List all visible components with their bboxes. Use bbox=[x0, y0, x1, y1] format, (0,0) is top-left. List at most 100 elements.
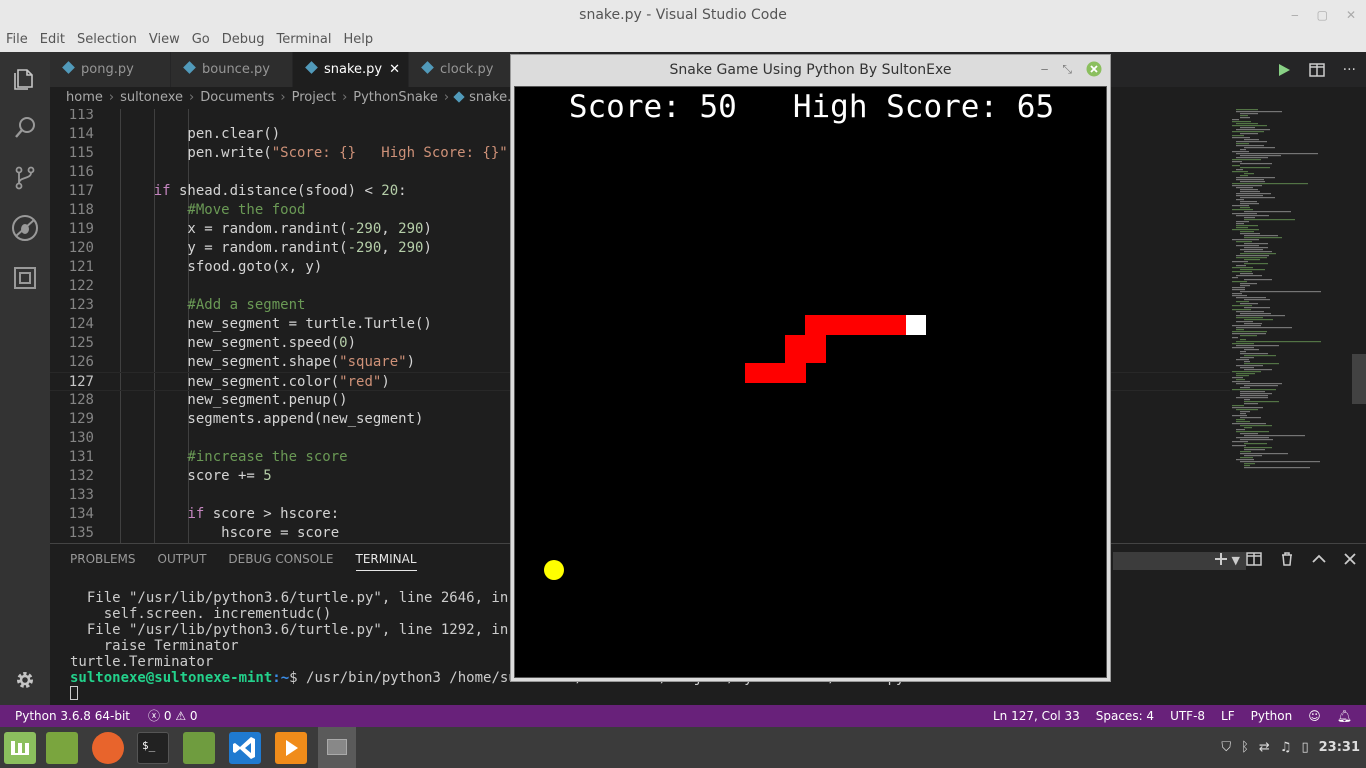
tab-snake[interactable]: snake.py ✕ bbox=[293, 52, 408, 87]
prompt-path: :~ bbox=[272, 670, 290, 686]
code-text: hscore = score bbox=[120, 525, 340, 541]
snake-food bbox=[544, 560, 564, 580]
breadcrumb-item[interactable]: home bbox=[66, 90, 103, 105]
problems-count[interactable]: ⓧ 0 ⚠ 0 bbox=[148, 705, 198, 727]
tab-clock[interactable]: clock.py bbox=[409, 52, 519, 87]
line-number: 116 bbox=[68, 164, 94, 180]
restore-icon[interactable]: ⤡ bbox=[1062, 62, 1072, 77]
firefox-icon[interactable] bbox=[92, 732, 124, 764]
menu-file[interactable]: File bbox=[0, 30, 34, 52]
minimap[interactable] bbox=[1230, 109, 1350, 543]
line-number: 114 bbox=[68, 126, 94, 142]
panel-tab-debug-console[interactable]: DEBUG CONSOLE bbox=[228, 552, 333, 571]
close-tab-icon[interactable]: ✕ bbox=[389, 52, 400, 87]
menu-terminal[interactable]: Terminal bbox=[271, 30, 338, 52]
snake-head bbox=[906, 315, 926, 335]
clock[interactable]: 23:31 bbox=[1319, 740, 1360, 755]
notifications-bell-icon[interactable]: 🔔︎ bbox=[1337, 705, 1352, 727]
code-text: new_segment.shape("square") bbox=[120, 354, 416, 370]
status-bar: Python 3.6.8 64-bit ⓧ 0 ⚠ 0 Ln 127, Col … bbox=[0, 705, 1366, 727]
encoding[interactable]: UTF-8 bbox=[1170, 705, 1205, 727]
split-terminal-icon[interactable] bbox=[1246, 552, 1262, 566]
close-icon[interactable]: ✕ bbox=[1346, 0, 1356, 30]
menu-selection[interactable]: Selection bbox=[71, 30, 143, 52]
line-number: 131 bbox=[68, 449, 94, 465]
code-text: if score > hscore: bbox=[187, 506, 340, 522]
system-tray: ⛉ ᛒ ⇄ ♫ ▯ 23:31 bbox=[1221, 727, 1366, 768]
minimize-icon[interactable]: ‒ bbox=[1291, 0, 1299, 30]
indentation[interactable]: Spaces: 4 bbox=[1096, 705, 1154, 727]
mint-menu-icon[interactable] bbox=[4, 732, 36, 764]
battery-icon[interactable]: ▯ bbox=[1301, 740, 1308, 755]
panel-tab-output[interactable]: OUTPUT bbox=[158, 552, 207, 571]
line-number: 121 bbox=[68, 259, 94, 275]
network-icon[interactable]: ⇄ bbox=[1259, 740, 1270, 755]
tab-pong[interactable]: pong.py bbox=[50, 52, 170, 87]
code-text: new_segment = turtle.Turtle() bbox=[120, 316, 432, 332]
close-panel-icon[interactable] bbox=[1344, 552, 1356, 566]
line-number: 133 bbox=[68, 487, 94, 503]
game-canvas[interactable]: Score: 50 High Score: 65 bbox=[514, 86, 1107, 678]
error-icon: ⓧ bbox=[148, 709, 161, 723]
snake-game-window: Snake Game Using Python By SultonExe ‒ ⤡… bbox=[510, 54, 1111, 682]
line-ending[interactable]: LF bbox=[1221, 705, 1235, 727]
terminal-app-icon[interactable]: $_ bbox=[137, 732, 169, 764]
breadcrumb-item[interactable]: Project bbox=[292, 90, 336, 105]
code-text: y = random.randint(-290, 290) bbox=[120, 240, 432, 256]
vscode-icon[interactable] bbox=[229, 732, 261, 764]
menu-edit[interactable]: Edit bbox=[34, 30, 71, 52]
bluetooth-icon[interactable]: ᛒ bbox=[1241, 740, 1249, 755]
python-interpreter[interactable]: Python 3.6.8 64-bit bbox=[15, 705, 130, 727]
window-title: snake.py - Visual Studio Code bbox=[579, 7, 787, 23]
extensions-icon[interactable] bbox=[0, 253, 50, 303]
code-text: #Move the food bbox=[120, 202, 306, 218]
split-editor-icon[interactable] bbox=[1308, 62, 1325, 77]
snake-window-task[interactable] bbox=[318, 727, 356, 768]
line-number: 130 bbox=[68, 430, 94, 446]
more-actions-icon[interactable]: ··· bbox=[1343, 62, 1356, 78]
line-number: 113 bbox=[68, 109, 94, 123]
trash-icon[interactable] bbox=[1280, 552, 1294, 566]
menu-help[interactable]: Help bbox=[337, 30, 379, 52]
activity-bar bbox=[0, 52, 50, 705]
code-text: new_segment.color("red") bbox=[120, 374, 390, 390]
menu-view[interactable]: View bbox=[143, 30, 186, 52]
feedback-smiley-icon[interactable]: ☺ bbox=[1308, 705, 1321, 727]
menu-debug[interactable]: Debug bbox=[216, 30, 271, 52]
close-icon[interactable] bbox=[1086, 61, 1102, 77]
line-number: 119 bbox=[68, 221, 94, 237]
editor-scrollbar[interactable] bbox=[1352, 354, 1366, 404]
tab-bounce[interactable]: bounce.py bbox=[171, 52, 292, 87]
debug-icon[interactable] bbox=[0, 203, 50, 253]
settings-gear-icon[interactable] bbox=[0, 655, 50, 705]
breadcrumb-item[interactable]: PythonSnake bbox=[353, 90, 438, 105]
sound-icon[interactable]: ♫ bbox=[1280, 740, 1292, 755]
line-number: 125 bbox=[68, 335, 94, 351]
show-desktop-icon[interactable] bbox=[46, 732, 78, 764]
explorer-icon[interactable] bbox=[0, 53, 50, 103]
code-text: pen.clear() bbox=[120, 126, 281, 142]
code-text: score += 5 bbox=[120, 468, 272, 484]
source-control-icon[interactable] bbox=[0, 153, 50, 203]
warning-icon: ⚠ bbox=[175, 709, 187, 723]
cursor-position[interactable]: Ln 127, Col 33 bbox=[993, 705, 1080, 727]
snake-window-title: Snake Game Using Python By SultonExe bbox=[669, 62, 952, 78]
python-file-icon bbox=[421, 61, 434, 74]
chevron-up-icon[interactable] bbox=[1312, 552, 1326, 566]
run-icon[interactable] bbox=[1277, 63, 1291, 77]
menu-go[interactable]: Go bbox=[186, 30, 216, 52]
shield-icon[interactable]: ⛉ bbox=[1221, 740, 1231, 755]
panel-tab-problems[interactable]: PROBLEMS bbox=[70, 552, 136, 571]
line-number: 126 bbox=[68, 354, 94, 370]
breadcrumb-item[interactable]: sultonexe bbox=[120, 90, 183, 105]
language-mode[interactable]: Python bbox=[1251, 705, 1293, 727]
minimize-icon[interactable]: ‒ bbox=[1041, 62, 1049, 76]
panel-tab-terminal[interactable]: TERMINAL bbox=[355, 552, 417, 571]
search-icon[interactable] bbox=[0, 103, 50, 153]
files-icon[interactable] bbox=[183, 732, 215, 764]
line-number: 134 bbox=[68, 506, 94, 522]
maximize-icon[interactable]: ▢ bbox=[1317, 0, 1328, 30]
new-terminal-icon[interactable] bbox=[1214, 552, 1228, 566]
media-player-icon[interactable] bbox=[275, 732, 307, 764]
breadcrumb-item[interactable]: Documents bbox=[200, 90, 274, 105]
